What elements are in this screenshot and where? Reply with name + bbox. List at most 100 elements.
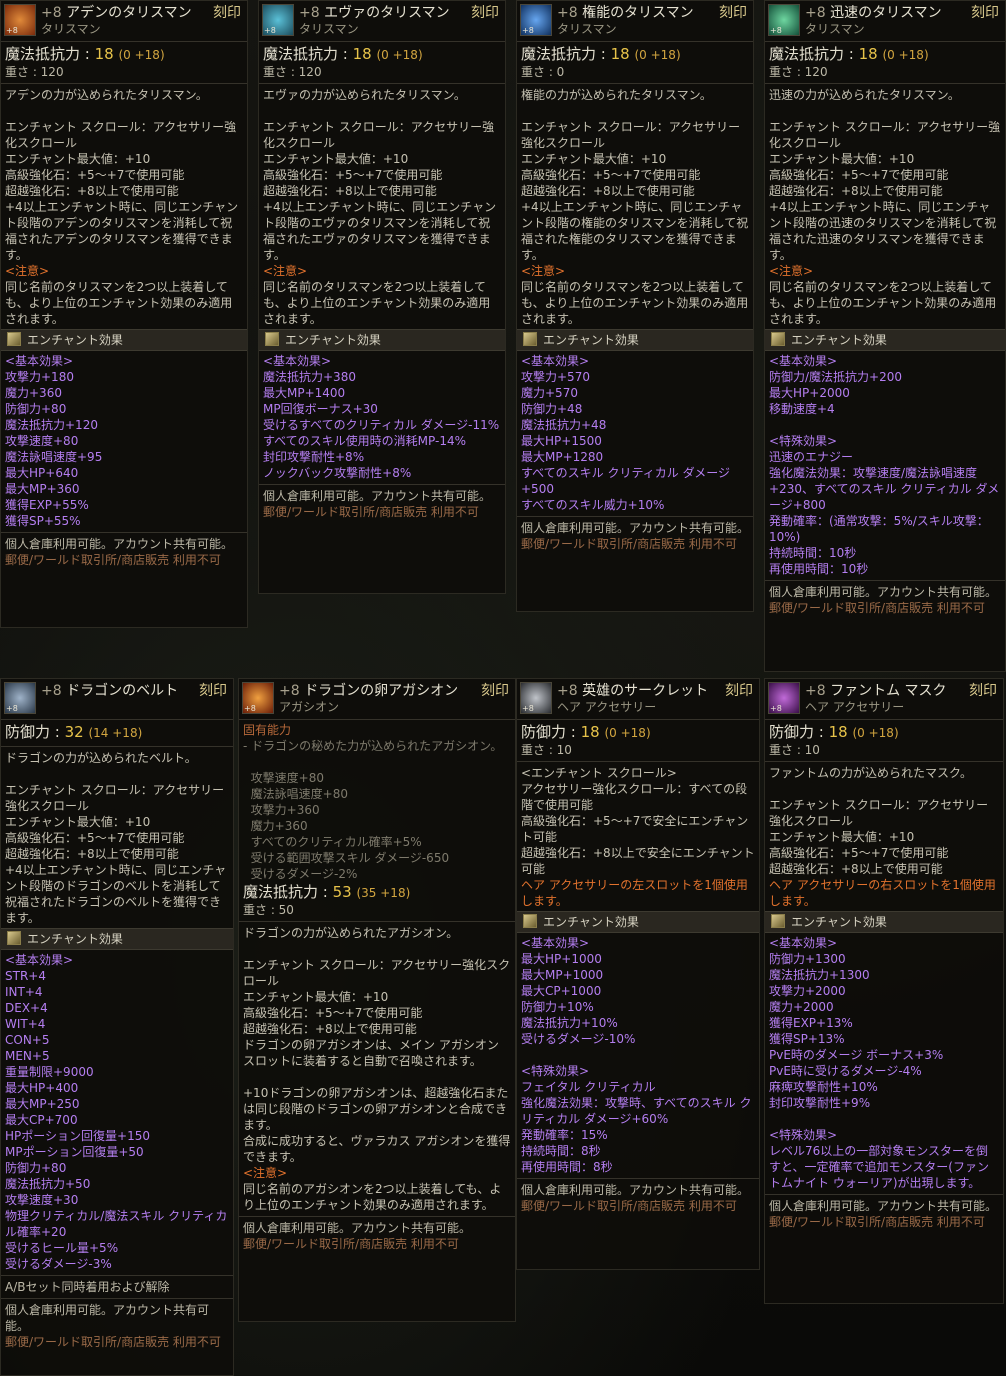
item-type: タリスマン [805,22,865,36]
main-stat: 防御力 : 32 (14 +18) [5,723,143,741]
egg-icon: +8 [242,682,274,714]
circlet-icon: +8 [520,682,552,714]
storage-note: 個人倉庫利用可能。アカウント共有可能。 [521,521,750,535]
enchant-effects: <基本効果> 攻撃力+570 魔力+570 防御力+48 魔法抵抗力+48 最大… [521,354,730,512]
item-description: ドラゴンの力が込められたベルト。 エンチャント スクロール：アクセサリー強化スク… [5,751,227,925]
enchant-effects: <基本効果> 防御力+1300 魔法抵抗力+1300 攻撃力+2000 魔力+2… [769,936,989,1190]
tooltip-dragon-egg-agathion: +8 +8 ドラゴンの卵アガシオン アガシオン 刻印 固有能力 - ドラゴンの秘… [238,678,516,1322]
warning-text: 同じ名前のタリスマンを2つ以上装着しても、より上位のエンチャント効果のみ適用され… [263,280,491,326]
warning-title: <注意> [263,264,308,278]
item-description: エヴァの力が込められたタリスマン。 エンチャント スクロール：アクセサリー強化ス… [263,88,497,262]
scroll-icon [7,332,21,346]
tooltip-header: +8 +8 英雄のサークレット ヘア アクセサリー 刻印 [517,679,759,720]
tooltip-swift-talisman: +8 +8 迅速のタリスマン タリスマン 刻印 魔法抵抗力 : 18 (0 +1… [764,0,1006,672]
talisman-icon: +8 [520,4,552,36]
enchant-effects: <基本効果> 攻撃力+180 魔力+360 防御力+80 魔法抵抗力+120 攻… [5,354,103,528]
talisman-icon: +8 [768,4,800,36]
enchant-effects: <基本効果> 防御力/魔法抵抗力+200 最大HP+2000 移動速度+4 <特… [769,354,1000,576]
storage-note: 個人倉庫利用可能。アカウント共有可能。 [5,1303,210,1333]
trade-restriction: 郵便/ワールド取引所/商店販売 利用不可 [769,1215,985,1229]
tooltip-header: +8 +8 ドラゴンのベルト 刻印 [1,679,233,720]
item-description: ドラゴンの力が込められたアガシオン。 エンチャント スクロール：アクセサリー強化… [243,926,511,1164]
tooltip-header: +8 +8 アデンのタリスマン タリスマン 刻印 [1,1,247,42]
enchant-effect-header: エンチャント効果 [259,329,505,351]
slot-note: ヘア アクセサリーの左スロットを1個使用します。 [521,878,748,908]
tooltip-header: +8 +8 ファントム マスク ヘア アクセサリー 刻印 [765,679,1003,720]
tooltip-header: +8 +8 権能のタリスマン タリスマン 刻印 [517,1,753,42]
trade-restriction: 郵便/ワールド取引所/商店販売 利用不可 [243,1237,459,1251]
scroll-icon [523,332,537,346]
seal-label: 刻印 [199,683,227,699]
enchant-effect-header: エンチャント効果 [765,911,1003,933]
scroll-icon [771,914,785,928]
talisman-icon: +8 [4,4,36,36]
item-weight: 重さ : 10 [769,743,820,757]
item-description: 迅速の力が込められたタリスマン。 エンチャント スクロール：アクセサリー強化スク… [769,88,1001,262]
scroll-icon [771,332,785,346]
item-type: タリスマン [299,22,359,36]
item-weight: 重さ : 120 [263,65,322,79]
seal-label: 刻印 [213,5,241,21]
item-type: タリスマン [41,22,101,36]
tooltip-authority-talisman: +8 +8 権能のタリスマン タリスマン 刻印 魔法抵抗力 : 18 (0 +1… [516,0,754,612]
main-stat: 魔法抵抗力 : 18 (0 +18) [521,45,681,63]
warning-text: 同じ名前のタリスマンを2つ以上装着しても、より上位のエンチャント効果のみ適用され… [769,280,997,326]
item-weight: 重さ : 0 [521,65,565,79]
tooltip-aden-talisman: +8 +8 アデンのタリスマン タリスマン 刻印 魔法抵抗力 : 18 (0 +… [0,0,248,628]
enchant-effect-header: エンチャント効果 [1,329,247,351]
inherent-ability-text: - ドラゴンの秘めた力が込められたアガシオン。 攻撃速度+80 魔法詠唱速度+8… [243,739,503,881]
tooltip-phantom-mask: +8 +8 ファントム マスク ヘア アクセサリー 刻印 防御力 : 18 (0… [764,678,1004,1304]
main-stat: 防御力 : 18 (0 +18) [769,723,899,741]
item-description: アデンの力が込められたタリスマン。 エンチャント スクロール：アクセサリー強化ス… [5,88,239,262]
item-type: アガシオン [279,700,340,714]
scroll-icon [7,931,21,945]
trade-restriction: 郵便/ワールド取引所/商店販売 利用不可 [769,601,985,615]
storage-note: 個人倉庫利用可能。アカウント共有可能。 [769,1199,998,1213]
storage-note: 個人倉庫利用可能。アカウント共有可能。 [5,537,234,551]
enchant-effect-header: エンチャント効果 [1,928,233,950]
trade-restriction: 郵便/ワールド取引所/商店販売 利用不可 [5,1335,221,1349]
seal-label: 刻印 [481,683,509,699]
seal-label: 刻印 [971,5,999,21]
inherent-ability-title: 固有能力 [243,723,292,737]
main-stat: 防御力 : 18 (0 +18) [521,723,651,741]
enchant-effect-header: エンチャント効果 [765,329,1005,351]
scroll-icon [265,332,279,346]
trade-restriction: 郵便/ワールド取引所/商店販売 利用不可 [263,505,479,519]
enchant-effect-header: エンチャント効果 [517,911,759,933]
main-stat: 魔法抵抗力 : 18 (0 +18) [769,45,929,63]
trade-restriction: 郵便/ワールド取引所/商店販売 利用不可 [521,1199,737,1213]
warning-title: <注意> [521,264,566,278]
main-stat: 魔法抵抗力 : 18 (0 +18) [5,45,165,63]
warning-title: <注意> [5,264,50,278]
trade-restriction: 郵便/ワールド取引所/商店販売 利用不可 [521,537,737,551]
belt-icon: +8 [4,682,36,714]
enchant-effects: <基本効果> 最大HP+1000 最大MP+1000 最大CP+1000 防御力… [521,936,752,1174]
item-description: 権能の力が込められたタリスマン。 エンチャント スクロール：アクセサリー強化スク… [521,88,749,262]
slot-note: ヘア アクセサリーの右スロットを1個使用します。 [769,878,996,908]
talisman-icon: +8 [262,4,294,36]
warning-title: <注意> [243,1166,288,1180]
seal-label: 刻印 [969,683,997,699]
storage-note: 個人倉庫利用可能。アカウント共有可能。 [769,585,998,599]
main-stat: 魔法抵抗力 : 53 (35 +18) [243,883,411,901]
warning-title: <注意> [769,264,814,278]
item-type: タリスマン [557,22,617,36]
tooltip-header: +8 +8 エヴァのタリスマン タリスマン 刻印 [259,1,505,42]
scroll-icon [523,914,537,928]
tooltip-header: +8 +8 迅速のタリスマン タリスマン 刻印 [765,1,1005,42]
tooltip-header: +8 +8 ドラゴンの卵アガシオン アガシオン 刻印 [239,679,515,720]
item-type: ヘア アクセサリー [805,700,905,714]
warning-text: 同じ名前のアガシオンを2つ以上装着しても、より上位のエンチャント効果のみ適用され… [243,1182,502,1212]
warning-text: 同じ名前のタリスマンを2つ以上装着しても、より上位のエンチャント効果のみ適用され… [521,280,749,326]
enchant-effect-header: エンチャント効果 [517,329,753,351]
tooltip-hero-circlet: +8 +8 英雄のサークレット ヘア アクセサリー 刻印 防御力 : 18 (0… [516,678,760,1270]
set-note: A/Bセット同時着用および解除 [5,1280,170,1294]
item-name: +8 ドラゴンの卵アガシオン [279,683,459,699]
seal-label: 刻印 [471,5,499,21]
item-weight: 重さ : 120 [5,65,64,79]
storage-note: 個人倉庫利用可能。アカウント共有可能。 [263,489,492,503]
item-weight: 重さ : 50 [243,903,294,917]
seal-label: 刻印 [725,683,753,699]
warning-text: 同じ名前のタリスマンを2つ以上装着しても、より上位のエンチャント効果のみ適用され… [5,280,233,326]
